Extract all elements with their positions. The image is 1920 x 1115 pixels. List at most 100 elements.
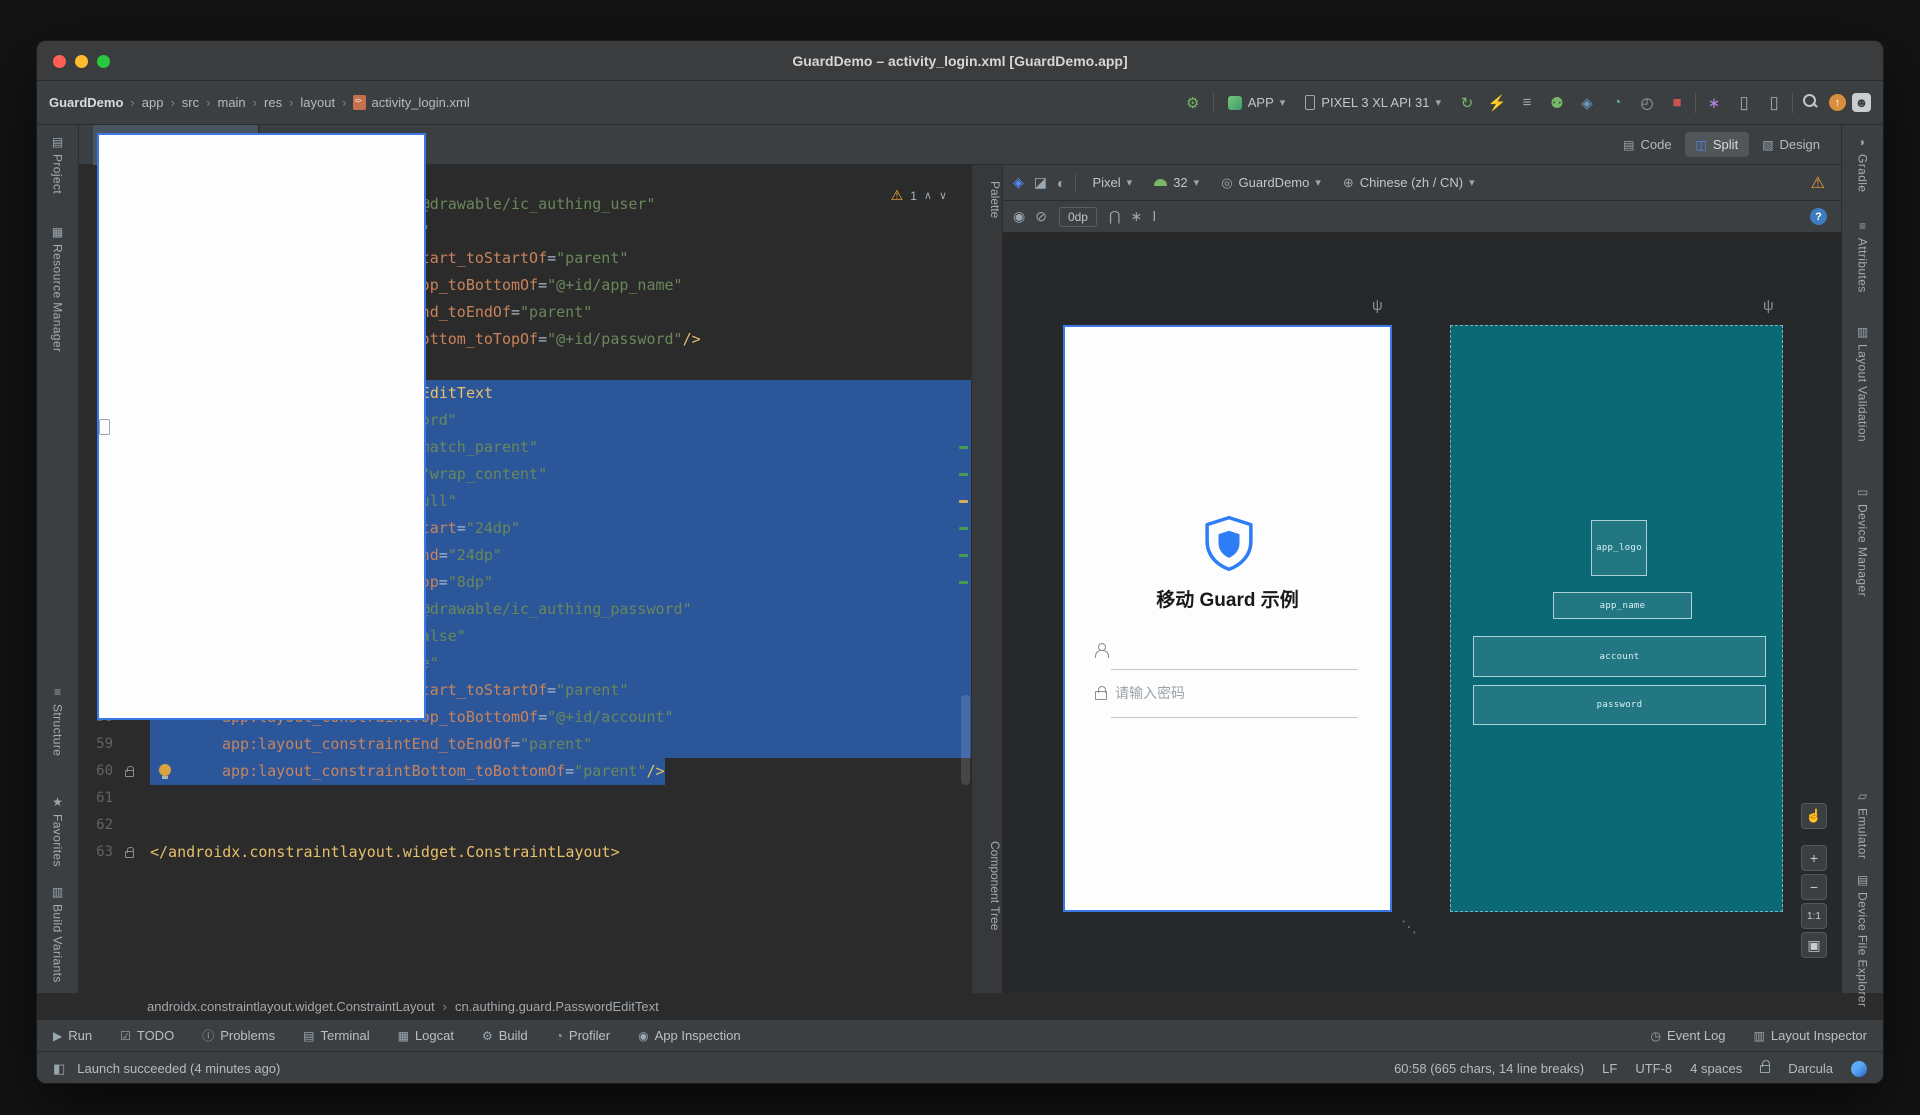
breadcrumb-item-layout[interactable]: layout (300, 95, 335, 110)
tool-button-todo[interactable]: ☑ TODO (120, 1028, 174, 1043)
profiler-legacy-icon[interactable]: ◴ (1635, 91, 1659, 115)
device-manager-icon[interactable]: ▯ (1732, 91, 1756, 115)
tool-button-logcat[interactable]: ▦ Logcat (398, 1028, 454, 1043)
status-message[interactable]: Launch succeeded (4 minutes ago) (77, 1061, 280, 1076)
tool-window-button-device-file-explorer[interactable]: ▤ Device File Explorer (1842, 869, 1883, 1011)
code-line[interactable]: 60 app:layout_constraintBottom_toBottomOf… (79, 758, 971, 785)
help-icon[interactable]: ? (1810, 208, 1827, 225)
device-selector[interactable]: Pixel ▾ (97, 133, 1138, 720)
design-surface[interactable]: ψ ψ 移动 Guard 示例 请输入密码 app_logo app_name … (1003, 233, 1841, 993)
file-encoding[interactable]: UTF-8 (1635, 1061, 1672, 1076)
close-window-button[interactable] (53, 55, 66, 68)
zoom-fit-button[interactable]: ▣ (1801, 932, 1827, 958)
update-icon[interactable]: ↑ (1829, 94, 1846, 111)
stop-icon[interactable]: ■ (1665, 91, 1689, 115)
tool-button-event-log[interactable]: ◷ Event Log (1651, 1028, 1726, 1043)
mode-code[interactable]: ▤ Code (1612, 132, 1682, 157)
next-problem-icon[interactable]: ∨ (939, 189, 947, 202)
tool-button-profiler[interactable]: ◔ Profiler (556, 1028, 610, 1043)
account-input-underline[interactable] (1111, 669, 1358, 670)
tool-button-terminal[interactable]: ▤ Terminal (303, 1028, 369, 1043)
tool-button-app-inspection[interactable]: ◉ App Inspection (638, 1028, 741, 1043)
prev-problem-icon[interactable]: ∧ (924, 189, 932, 202)
breadcrumb-item-res[interactable]: res (264, 95, 282, 110)
tool-window-button-device-manager[interactable]: ▭ Device Manager (1842, 481, 1883, 601)
design-warning-icon[interactable]: ⚠ (1811, 173, 1825, 193)
profiler-icon[interactable]: ◔ (1605, 91, 1629, 115)
tool-button-layout-inspector[interactable]: ▥ Layout Inspector (1754, 1028, 1867, 1043)
blueprint-box-password[interactable]: password (1473, 685, 1766, 725)
code-line[interactable]: 61 (79, 785, 971, 812)
guideline-icon[interactable]: Ⅰ (1152, 208, 1156, 225)
attach-debugger-icon[interactable]: ◈ (1575, 91, 1599, 115)
tool-window-button-layout-validation[interactable]: ▥ Layout Validation (1842, 321, 1883, 446)
blueprint-box-app-name[interactable]: app_name (1553, 592, 1692, 619)
tool-window-button-favorites[interactable]: ★ Favorites (37, 791, 78, 871)
blueprint-screen[interactable]: app_logo app_nameaccount password (1450, 325, 1783, 912)
breadcrumb-item-src[interactable]: src (182, 95, 199, 110)
indent-setting[interactable]: 4 spaces (1690, 1061, 1742, 1076)
pair-device-icon[interactable]: ▯ (1762, 91, 1786, 115)
ide-indicator-icon[interactable] (1851, 1060, 1867, 1077)
tool-button-run[interactable]: ▶ Run (53, 1028, 92, 1043)
tab-component-tree[interactable]: Component Tree (972, 841, 1002, 930)
zoom-reset-button[interactable]: 1:1 (1801, 903, 1827, 929)
minimize-window-button[interactable] (75, 55, 88, 68)
assistant-icon[interactable]: ∗ (1702, 91, 1726, 115)
tool-window-button-attributes[interactable]: ≡ Attributes (1842, 215, 1883, 297)
code-line[interactable]: 59 app:layout_constraintEnd_toEndOf="pare… (79, 731, 971, 758)
rerun-icon[interactable]: ↻ (1455, 91, 1479, 115)
tool-window-button-gradle[interactable]: ◗ Gradle (1842, 131, 1883, 196)
blueprint-box-account[interactable]: account (1473, 636, 1766, 677)
wand-icon[interactable]: ∗ (1130, 208, 1142, 225)
theme-selector[interactable]: ◎ GuardDemo ▾ (1215, 172, 1327, 194)
intention-bulb-icon[interactable] (159, 764, 171, 779)
device-selector-main[interactable]: PIXEL 3 XL API 31 ▾ (1299, 92, 1447, 113)
tool-window-switcher-icon[interactable]: ◧ (53, 1061, 65, 1077)
breadcrumb-item-guarddemo[interactable]: GuardDemo (49, 95, 123, 110)
blueprint-box-app-logo[interactable]: app_logo (1591, 520, 1647, 576)
titlebar[interactable]: GuardDemo – activity_login.xml [GuardDem… (37, 41, 1883, 81)
tool-window-button-emulator[interactable]: ▱ Emulator (1842, 785, 1883, 863)
layers-icon[interactable]: ◈ (1013, 174, 1024, 191)
resize-handle[interactable]: ⋱ (1401, 917, 1417, 937)
blueprint-toggle-icon[interactable]: ◪ (1034, 174, 1047, 191)
tool-button-build[interactable]: ⚙ Build (482, 1028, 528, 1043)
pan-button[interactable]: ☝ (1801, 803, 1827, 829)
zoom-in-button[interactable]: + (1801, 845, 1827, 871)
debug-icon[interactable]: ⚉ (1545, 91, 1569, 115)
zoom-window-button[interactable] (97, 55, 110, 68)
mode-design[interactable]: ▧ Design (1751, 132, 1831, 157)
breadcrumb-item-main[interactable]: main (217, 95, 245, 110)
tool-window-button-resource-manager[interactable]: ▦ Resource Manager (37, 221, 78, 356)
code-line[interactable]: 62 (79, 812, 971, 839)
theme-name[interactable]: Darcula (1788, 1061, 1833, 1076)
avatar-icon[interactable]: ☻ (1852, 93, 1871, 112)
breadcrumb-item-activity-login-xml[interactable]: activity_login.xml (353, 95, 470, 110)
search-icon[interactable] (1799, 91, 1823, 115)
line-ending[interactable]: LF (1602, 1061, 1617, 1076)
zoom-out-button[interactable]: − (1801, 874, 1827, 900)
breadcrumb-item-app[interactable]: app (142, 95, 164, 110)
magnet-icon[interactable]: ⋂ (1109, 208, 1120, 225)
locale-selector[interactable]: ⊕ Chinese (zh / CN) ▾ (1337, 172, 1481, 194)
readonly-lock-icon[interactable] (1760, 1059, 1771, 1073)
breadcrumb-element[interactable]: androidx.constraintlayout.widget.Constra… (147, 999, 435, 1014)
run-config-selector[interactable]: APP ▾ (1222, 92, 1292, 113)
password-input-underline[interactable] (1111, 717, 1358, 718)
tool-window-button-structure[interactable]: ≡ Structure (37, 681, 78, 760)
breadcrumb-element[interactable]: cn.authing.guard.PasswordEditText (455, 999, 659, 1014)
night-mode-icon[interactable]: ◐ (1057, 175, 1065, 191)
pointer-icon[interactable]: ⊘ (1035, 208, 1047, 225)
design-preview-phone[interactable]: 移动 Guard 示例 请输入密码 (1063, 325, 1392, 912)
code-line[interactable]: 63 </androidx.constraintlayout.widget.Con… (79, 839, 971, 866)
tab-palette[interactable]: Palette (972, 181, 1002, 218)
apply-changes-icon[interactable]: ⚡ (1485, 91, 1509, 115)
profile-app-icon[interactable]: ≡ (1515, 91, 1539, 115)
tool-window-button-project[interactable]: ▤ Project (37, 131, 78, 198)
mode-split[interactable]: ◫ Split (1684, 132, 1750, 157)
tool-window-button-build-variants[interactable]: ▥ Build Variants (37, 881, 78, 987)
editor-scrollbar[interactable] (961, 695, 970, 785)
inspection-widget[interactable]: ⚠ 1 ∧ ∨ (891, 187, 947, 204)
view-options-icon[interactable]: ◉ (1013, 208, 1025, 225)
